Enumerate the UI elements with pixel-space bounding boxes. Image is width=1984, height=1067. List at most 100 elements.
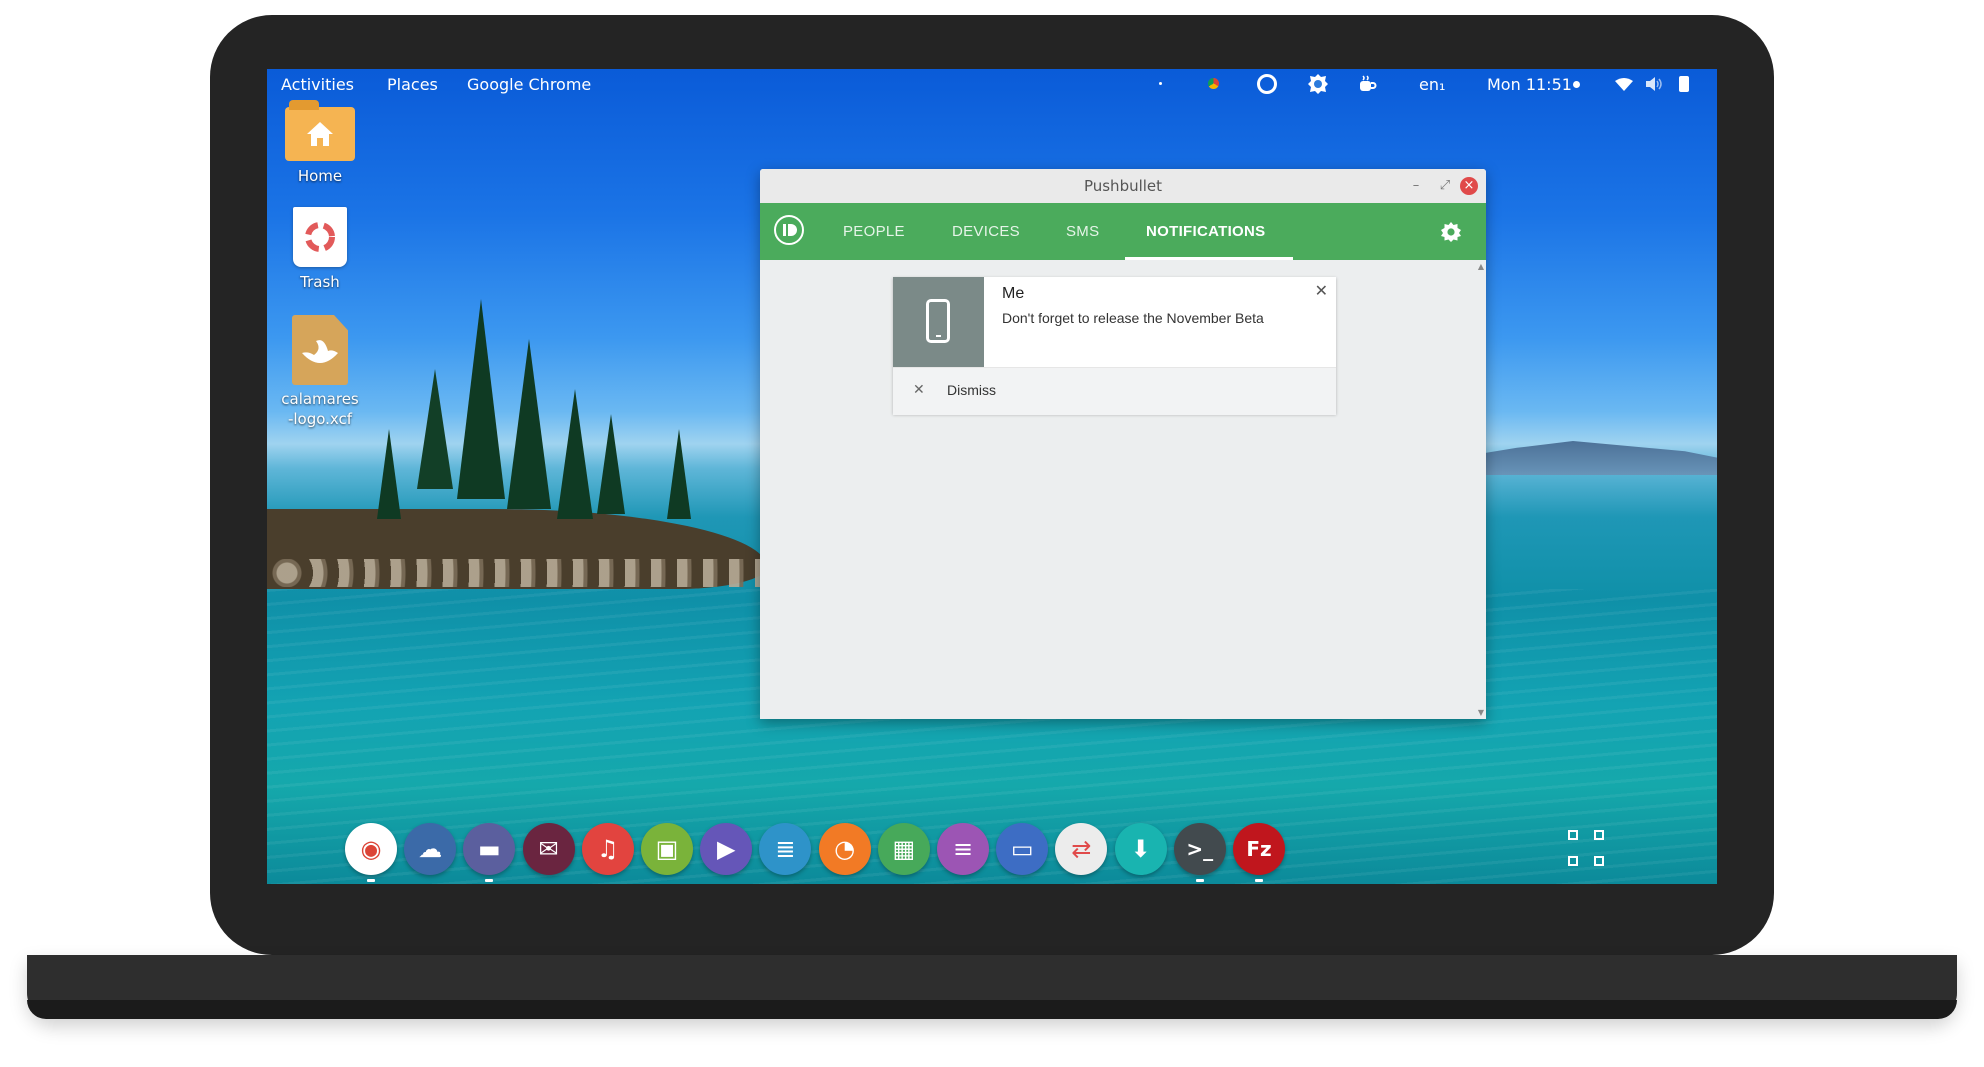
weather-icon: ☁ <box>418 835 443 863</box>
running-indicator <box>1255 879 1263 882</box>
wallpaper-rocks <box>267 559 767 587</box>
wallpaper-tree <box>597 414 625 514</box>
dock-item-files[interactable]: ▬ <box>463 823 516 875</box>
presentation-icon: ▭ <box>1010 835 1034 863</box>
activities-button[interactable]: Activities <box>281 75 354 94</box>
tab-people[interactable]: PEOPLE <box>843 223 905 240</box>
top-panel: Activities Places Google Chrome en₁ Mon … <box>267 69 1717 99</box>
disk-usage-icon: ◔ <box>834 835 856 863</box>
dock-item-presentation[interactable]: ▭ <box>996 823 1049 875</box>
tab-notifications[interactable]: NOTIFICATIONS <box>1146 223 1265 240</box>
dismiss-button[interactable]: ✕ Dismiss <box>893 367 1336 415</box>
terminal-icon: >_ <box>1186 837 1214 861</box>
pushbullet-window: Pushbullet – ⤢ × PEOPLE DEVICES SMS NOTI… <box>760 169 1486 719</box>
chrome-icon: ◉ <box>360 835 382 863</box>
dot-icon[interactable] <box>1159 82 1162 85</box>
notification-thumbnail <box>893 277 984 367</box>
dock-item-weather[interactable]: ☁ <box>404 823 457 875</box>
desktop-icon-home[interactable]: Home <box>275 100 365 185</box>
wallpaper-tree <box>507 339 551 509</box>
desktop-icon-label: calamares-logo.xcf <box>281 390 359 428</box>
wallpaper-tree <box>417 369 453 489</box>
document-icon: ≡ <box>952 835 974 863</box>
desktop-screen: Activities Places Google Chrome en₁ Mon … <box>267 69 1717 884</box>
video-icon: ▶ <box>716 835 736 863</box>
settings-gear-icon[interactable] <box>1440 221 1462 243</box>
phone-icon <box>926 299 950 343</box>
dock-item-document[interactable]: ≡ <box>937 823 989 875</box>
app-menu[interactable]: Google Chrome <box>467 75 591 94</box>
dock-item-software-update[interactable]: ⬇ <box>1114 823 1167 875</box>
app-toolbar: PEOPLE DEVICES SMS NOTIFICATIONS <box>760 203 1486 260</box>
dock-item-chrome[interactable]: ◉ <box>345 823 397 875</box>
wallpaper-tree <box>667 429 691 519</box>
show-applications-button[interactable] <box>1564 826 1608 870</box>
scroll-up-arrow-icon[interactable]: ▲ <box>1478 262 1484 271</box>
grid-square-icon <box>1594 856 1604 866</box>
window-titlebar[interactable]: Pushbullet – ⤢ × <box>760 169 1486 204</box>
scrollbar[interactable]: ▲ ▼ <box>1476 260 1486 719</box>
notification-dot-icon <box>1573 81 1580 88</box>
wallpaper-tree <box>377 429 401 519</box>
mail-icon: ✉ <box>538 835 559 863</box>
home-folder-icon <box>285 100 355 161</box>
dock-item-filezilla[interactable]: Fz <box>1233 823 1285 875</box>
tab-sms[interactable]: SMS <box>1066 223 1099 240</box>
wallpaper-tree <box>557 389 593 519</box>
wifi-icon[interactable] <box>1615 77 1633 91</box>
notification-sender: Me <box>1002 285 1025 302</box>
sync-icon[interactable] <box>1257 74 1277 94</box>
desktop-icon-trash[interactable]: Trash <box>275 207 365 291</box>
dock-item-terminal[interactable]: >_ <box>1173 823 1226 875</box>
window-title: Pushbullet <box>1083 177 1163 195</box>
laptop-base-edge <box>27 1000 1957 1019</box>
scroll-down-arrow-icon[interactable]: ▼ <box>1478 708 1484 717</box>
dock-item-mail[interactable]: ✉ <box>522 823 575 875</box>
tweaks-icon: ⇄ <box>1071 835 1092 863</box>
running-indicator <box>485 879 494 882</box>
wallpaper-mountains <box>1447 441 1717 475</box>
spreadsheet-icon: ▦ <box>892 835 916 863</box>
minimize-button[interactable]: – <box>1407 177 1425 195</box>
dock-item-tweaks[interactable]: ⇄ <box>1055 823 1108 875</box>
dock-item-text-editor[interactable]: ≣ <box>759 823 812 875</box>
pushbullet-logo-icon <box>774 215 804 245</box>
xcf-file-icon <box>292 315 348 385</box>
wallpaper-tree <box>457 299 505 499</box>
text-editor-icon: ≣ <box>775 835 796 863</box>
dock-item-spreadsheet[interactable]: ▦ <box>877 823 930 875</box>
filezilla-icon: Fz <box>1246 837 1272 861</box>
running-indicator <box>367 879 375 882</box>
settings-tray-icon[interactable] <box>1307 73 1329 95</box>
battery-icon[interactable] <box>1679 76 1689 92</box>
dock-item-music[interactable]: ♫ <box>581 823 634 875</box>
desktop-icon-label: Trash <box>300 273 340 291</box>
coffee-icon[interactable] <box>1357 74 1377 94</box>
image-viewer-icon: ▣ <box>655 835 679 863</box>
notification-message: Don't forget to release the November Bet… <box>1002 310 1264 326</box>
dock-item-video[interactable]: ▶ <box>700 823 753 875</box>
music-icon: ♫ <box>597 835 619 863</box>
running-indicator <box>1195 879 1204 882</box>
grid-square-icon <box>1594 830 1604 840</box>
software-update-icon: ⬇ <box>1130 835 1151 863</box>
dismiss-x-icon: ✕ <box>913 382 925 398</box>
grid-square-icon <box>1568 856 1578 866</box>
keyboard-layout-indicator[interactable]: en₁ <box>1419 75 1445 94</box>
maximize-button[interactable]: ⤢ <box>1436 177 1454 195</box>
notification-card: Me Don't forget to release the November … <box>893 277 1336 415</box>
volume-icon[interactable] <box>1645 76 1663 92</box>
places-menu[interactable]: Places <box>387 75 438 94</box>
files-icon: ▬ <box>478 835 501 863</box>
notification-close-icon[interactable]: ✕ <box>1315 281 1328 300</box>
desktop-icon-xcf[interactable]: calamares-logo.xcf <box>275 315 365 429</box>
tab-devices[interactable]: DEVICES <box>952 223 1020 240</box>
dock-item-image-viewer[interactable]: ▣ <box>641 823 693 875</box>
dismiss-label: Dismiss <box>947 382 996 398</box>
grid-square-icon <box>1568 830 1578 840</box>
close-button[interactable]: × <box>1460 177 1478 195</box>
chrome-tray-icon[interactable] <box>1208 78 1219 89</box>
dock-item-disk-usage[interactable]: ◔ <box>818 823 871 875</box>
desktop-icon-label: Home <box>297 167 343 185</box>
clock[interactable]: Mon 11:51 <box>1487 75 1572 94</box>
